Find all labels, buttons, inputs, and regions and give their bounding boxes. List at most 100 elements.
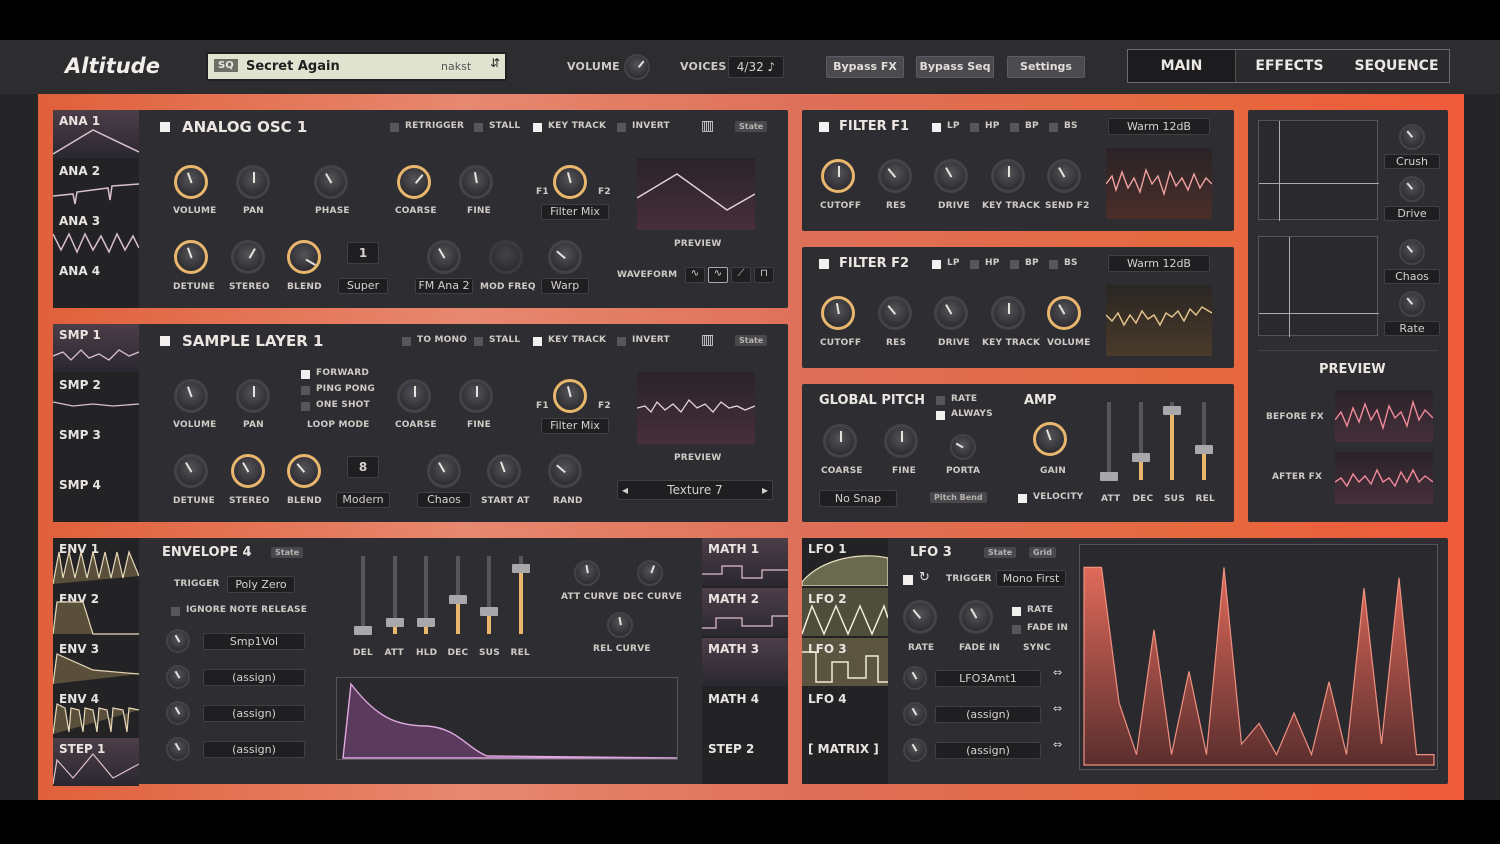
sidebar-item-smp4[interactable]: SMP 4	[53, 474, 139, 522]
env-mod-knob[interactable]	[166, 665, 190, 689]
sidebar-item-env3[interactable]: ENV 3	[53, 638, 139, 686]
sidebar-item-env1[interactable]: ENV 1	[53, 538, 139, 586]
loop-oneshot-checkbox[interactable]	[301, 402, 310, 411]
env-fader-thumb[interactable]	[511, 563, 530, 573]
loop-icon[interactable]: ↻	[919, 570, 930, 585]
sample-fine-knob[interactable]	[459, 379, 493, 413]
osc-mod-freq-knob[interactable]	[489, 240, 523, 274]
env-state-button[interactable]: State	[271, 547, 304, 558]
sample-blend-knob[interactable]	[287, 454, 321, 488]
osc-fm-knob[interactable]	[427, 240, 461, 274]
env-fader-thumb[interactable]	[448, 594, 467, 604]
sample-rand-knob[interactable]	[548, 454, 582, 488]
f1-bs-checkbox[interactable]	[1049, 123, 1058, 132]
env-fader-thumb[interactable]	[480, 606, 498, 616]
sidebar-item-ana3[interactable]: ANA 3	[53, 210, 139, 258]
sidebar-item-lfo2[interactable]: LFO 2	[802, 588, 888, 636]
tab-main[interactable]: MAIN	[1128, 50, 1235, 82]
f2-res-knob[interactable]	[878, 296, 912, 330]
f2-keytrack-knob[interactable]	[991, 296, 1025, 330]
f1-cutoff-knob[interactable]	[821, 159, 855, 193]
f1-res-knob[interactable]	[878, 159, 912, 193]
osc-stereo-knob[interactable]	[231, 240, 265, 274]
osc-blend-knob[interactable]	[287, 240, 321, 274]
settings-button[interactable]: Settings	[1007, 56, 1085, 78]
pitch-rate-checkbox[interactable]	[936, 396, 945, 405]
invert-checkbox[interactable]	[617, 123, 626, 132]
f1-send-knob[interactable]	[1047, 159, 1081, 193]
sidebar-item-math1[interactable]: MATH 1	[702, 538, 788, 586]
sidebar-item-ana2[interactable]: ANA 2	[53, 160, 139, 208]
preset-arrows-icon[interactable]: ⇵	[490, 56, 500, 70]
sample-chaos-label[interactable]: Chaos	[417, 492, 471, 508]
osc-coarse-knob[interactable]	[397, 165, 431, 199]
f1-enable-checkbox[interactable]	[819, 122, 829, 132]
sample-voices-value[interactable]: 8	[347, 456, 379, 478]
lfo-mod-knob[interactable]	[903, 666, 927, 690]
sample-invert-checkbox[interactable]	[617, 337, 626, 346]
env-mod-knob[interactable]	[166, 629, 190, 653]
amp-gain-knob[interactable]	[1033, 422, 1067, 456]
sample-coarse-knob[interactable]	[397, 379, 431, 413]
lfo-grid-button[interactable]: Grid	[1029, 547, 1056, 558]
lfo-retrigger-checkbox[interactable]	[903, 575, 913, 585]
osc-fine-knob[interactable]	[459, 165, 493, 199]
sidebar-item-matrix[interactable]: [ MATRIX ]	[802, 738, 888, 786]
retrigger-checkbox[interactable]	[390, 123, 399, 132]
f2-volume-knob[interactable]	[1047, 296, 1081, 330]
sample-stall-checkbox[interactable]	[474, 337, 483, 346]
lfo-state-button[interactable]: State	[984, 547, 1017, 558]
f2-lp-checkbox[interactable]	[932, 260, 941, 269]
f1-bp-checkbox[interactable]	[1010, 123, 1019, 132]
env-mod-slot[interactable]: (assign)	[203, 669, 305, 686]
tab-effects[interactable]: EFFECTS	[1235, 50, 1343, 82]
wave-saw-icon[interactable]: ⟋	[731, 267, 751, 283]
f1-keytrack-knob[interactable]	[991, 159, 1025, 193]
env-mod-knob[interactable]	[166, 737, 190, 761]
att-curve-knob[interactable]	[574, 560, 600, 586]
velocity-checkbox[interactable]	[1018, 494, 1027, 503]
pitch-coarse-knob[interactable]	[823, 424, 857, 458]
sidebar-item-math4[interactable]: MATH 4	[702, 688, 788, 736]
sidebar-item-lfo3[interactable]: LFO 3	[802, 638, 888, 686]
sidebar-item-lfo4[interactable]: LFO 4	[802, 688, 888, 736]
f1-lp-checkbox[interactable]	[932, 123, 941, 132]
xy-pad-1[interactable]	[1258, 120, 1379, 221]
sidebar-item-smp2[interactable]: SMP 2	[53, 374, 139, 422]
osc-warp-label[interactable]: Warp	[541, 278, 589, 294]
sidebar-item-ana4[interactable]: ANA 4	[53, 260, 139, 308]
xy-pad-2[interactable]	[1258, 236, 1379, 337]
sidebar-item-smp3[interactable]: SMP 3	[53, 424, 139, 472]
lfo-fadein-checkbox[interactable]	[1012, 625, 1021, 634]
master-volume-knob[interactable]	[624, 54, 650, 80]
tab-sequence[interactable]: SEQUENCE	[1343, 50, 1450, 82]
sample-volume-knob[interactable]	[174, 379, 208, 413]
lfo-mod-slot[interactable]: LFO3Amt1	[935, 670, 1041, 687]
next-arrow-icon[interactable]: ▸	[762, 481, 768, 499]
env-mod-knob[interactable]	[166, 701, 190, 725]
f2-hp-checkbox[interactable]	[970, 260, 979, 269]
pitch-snap-select[interactable]: No Snap	[819, 490, 897, 507]
env-fader-thumb[interactable]	[354, 626, 372, 636]
sidebar-item-math3[interactable]: MATH 3	[702, 638, 788, 686]
f2-cutoff-knob[interactable]	[821, 296, 855, 330]
osc-volume-knob[interactable]	[174, 165, 208, 199]
env-mod-slot[interactable]: (assign)	[203, 741, 305, 758]
lfo-mod-knob[interactable]	[903, 702, 927, 726]
bypass-fx-button[interactable]: Bypass FX	[826, 56, 904, 78]
lfo-trigger-select[interactable]: Mono First	[996, 570, 1066, 587]
rate-knob[interactable]	[1399, 291, 1425, 317]
lfo-fadein-knob[interactable]	[959, 600, 993, 634]
lfo-mod-direction-icon[interactable]: ⇔	[1053, 702, 1062, 715]
f1-model-select[interactable]: Warm 12dB	[1108, 118, 1210, 135]
osc-warp-knob[interactable]	[548, 240, 582, 274]
sample-keytrack-checkbox[interactable]	[533, 337, 542, 346]
rel-curve-knob[interactable]	[607, 612, 633, 638]
keytrack-checkbox[interactable]	[533, 123, 542, 132]
prev-arrow-icon[interactable]: ◂	[622, 481, 628, 499]
env-fader-thumb[interactable]	[385, 618, 404, 628]
f1-drive-knob[interactable]	[934, 159, 968, 193]
loop-forward-checkbox[interactable]	[301, 370, 310, 379]
lfo-rate-knob[interactable]	[903, 600, 937, 634]
loop-pingpong-checkbox[interactable]	[301, 386, 310, 395]
